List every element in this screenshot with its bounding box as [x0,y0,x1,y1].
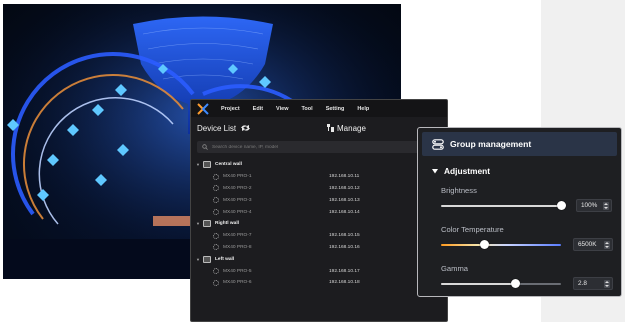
device-tree: ▼ Central wall MX40 PRO-1 192.168.10.11 MX40… [191,159,447,289]
group-management-panel: Group management Adjustment Brightness 1… [417,127,622,297]
menu-bar: Project Edit View Tool Setting Help [191,100,447,117]
device-group-icon [203,255,211,263]
group-management-icon [432,138,444,150]
device-ip: 192.168.10.16 [329,244,360,250]
tree-group[interactable]: ▼ Central wall [191,159,447,171]
device-ip: 192.168.10.18 [329,280,360,286]
menu-setting[interactable]: Setting [326,106,345,112]
tree-device-row[interactable]: MX40 PRO-1 192.168.10.11 [191,171,447,183]
device-icon [213,197,219,204]
refresh-icon[interactable] [240,124,251,132]
device-name: MX40 PRO-3 [223,197,252,203]
tree-device-row[interactable]: MX40 PRO-4 192.168.10.14 [191,206,447,218]
device-icon [213,232,219,239]
device-search-box [197,141,441,153]
tree-group-label: Rightl wall [215,221,239,227]
gamma-spinner[interactable] [604,280,610,288]
tree-device-row[interactable]: MX40 PRO-2 192.168.10.12 [191,183,447,195]
device-group-icon [203,161,211,169]
device-icon [213,173,219,180]
group-management-title: Group management [450,139,532,149]
adjustment-label: Adjustment [444,166,491,176]
menu-edit[interactable]: Edit [253,106,263,112]
caret-down-icon[interactable]: ▼ [196,257,203,262]
manage-label: Manage [337,123,366,133]
caret-down-icon[interactable]: ▼ [196,221,203,226]
color-temperature-slider-thumb[interactable] [480,240,490,249]
device-icon [213,268,219,275]
color-temperature-control: 6500K [441,238,621,252]
device-icon [213,209,219,216]
brightness-value-field[interactable]: 100% [576,199,612,212]
gamma-value-field[interactable]: 2.8 [573,277,613,290]
device-ip: 192.168.10.11 [329,174,360,180]
brightness-control: 100% [441,199,621,213]
device-name: MX40 PRO-7 [223,233,252,239]
device-ip: 192.168.10.17 [329,268,360,274]
manage-icon [327,124,334,132]
device-list-toolbar: Device List Manage [191,117,447,139]
device-name: MX40 PRO-2 [223,185,252,191]
tree-group[interactable]: ▼ Left wall [191,253,447,265]
gamma-value: 2.8 [578,280,587,287]
device-manager-window: Project Edit View Tool Setting Help Devi… [190,99,448,322]
device-icon [213,279,219,286]
app-logo-icon [197,102,209,115]
brightness-spinner[interactable] [603,202,609,210]
tree-group[interactable]: ▼ Rightl wall [191,218,447,230]
caret-down-icon[interactable]: ▼ [196,162,203,167]
device-icon [213,185,219,192]
tree-device-row[interactable]: MX40 PRO-3 192.168.10.13 [191,194,447,206]
device-ip: 192.168.10.12 [329,185,360,191]
device-ip: 192.168.10.14 [329,209,360,215]
device-name: MX40 PRO-1 [223,174,252,180]
device-name: MX40 PRO-4 [223,209,252,215]
search-icon [202,144,208,150]
gamma-control: 2.8 [441,277,621,291]
menu-project[interactable]: Project [221,106,240,112]
brightness-label: Brightness [441,186,477,195]
tree-device-row[interactable]: MX40 PRO-8 192.168.10.16 [191,242,447,254]
color-temperature-value-field[interactable]: 6500K [573,238,613,251]
gamma-label: Gamma [441,264,469,273]
tree-group-label: Left wall [215,256,235,262]
device-name: MX40 PRO-6 [223,280,252,286]
device-search-input[interactable] [212,144,322,150]
menu-help[interactable]: Help [357,106,369,112]
gamma-slider-thumb[interactable] [511,279,521,288]
manage-button[interactable]: Manage [327,124,366,133]
device-ip: 192.168.10.13 [329,197,360,203]
caret-down-icon [432,168,438,173]
color-temperature-label: Color Temperature [441,225,504,234]
device-icon [213,244,219,251]
tree-device-row[interactable]: MX40 PRO-6 192.168.10.18 [191,277,447,289]
color-temperature-spinner[interactable] [604,241,610,249]
adjustment-section-header[interactable]: Adjustment [418,166,621,176]
tree-group-label: Central wall [215,162,242,168]
group-management-header[interactable]: Group management [422,132,617,156]
device-group-icon [203,220,211,228]
tree-device-row[interactable]: MX40 PRO-7 192.168.10.15 [191,230,447,242]
gamma-track-fill [441,283,516,285]
brightness-track[interactable] [441,205,561,207]
brightness-value: 100% [581,202,598,209]
device-name: MX40 PRO-8 [223,244,252,250]
menu-tool[interactable]: Tool [301,106,312,112]
device-list-header: Device List [197,124,251,133]
device-ip: 192.168.10.15 [329,233,360,239]
device-list-title: Device List [197,123,237,133]
tree-device-row[interactable]: MX40 PRO-5 192.168.10.17 [191,265,447,277]
color-temperature-value: 6500K [578,241,597,248]
color-temperature-track[interactable] [441,244,561,246]
brightness-slider-thumb[interactable] [557,201,566,210]
menu-view[interactable]: View [276,106,288,112]
device-name: MX40 PRO-5 [223,268,252,274]
